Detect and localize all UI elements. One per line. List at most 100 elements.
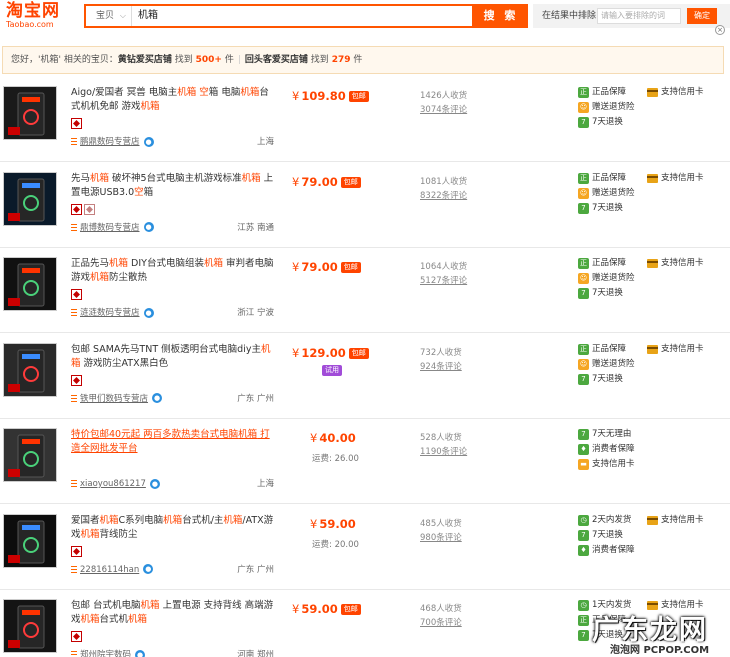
- product-title[interactable]: 正品先马机箱 DIY台式电脑组装机箱 审判者电脑游戏机箱防尘散热: [71, 257, 277, 285]
- seller-location: 广东 广州: [237, 393, 274, 404]
- service-return7[interactable]: 7 7天退换: [578, 373, 648, 389]
- credit-card-support[interactable]: 支持信用卡: [647, 87, 704, 98]
- product-thumbnail[interactable]: [3, 428, 57, 482]
- notice-shop-type-2[interactable]: 回头客爱买店铺: [245, 55, 308, 65]
- service-no_reason7[interactable]: 7 7天无理由: [578, 429, 648, 444]
- result-item: 特价包邮40元起 两百多款热卖台式电脑机箱 打造全网批发平台 xiaoyou861…: [0, 418, 730, 504]
- service-return7[interactable]: 7 7天退换: [578, 202, 648, 218]
- close-icon[interactable]: ×: [715, 25, 725, 35]
- shop-link[interactable]: 鹏鼎数码专营店 ●: [71, 136, 154, 148]
- credit-card-support[interactable]: 支持信用卡: [647, 344, 704, 355]
- wangwang-chat-icon[interactable]: ●: [143, 136, 154, 147]
- service-consumer[interactable]: ♦ 消费者保障: [578, 544, 648, 560]
- product-title[interactable]: 包邮 台式机电脑机箱 上置电源 支持背线 高端游戏机箱台式机机箱: [71, 599, 277, 627]
- review-count-link[interactable]: 700条评论: [420, 616, 462, 628]
- credit-card-icon: [647, 259, 658, 268]
- service-guarantees: 正正品保障 ☺ 赠送退货险 7 7天退换: [578, 258, 648, 303]
- yen-sign: ¥: [292, 602, 300, 616]
- product-title[interactable]: 特价包邮40元起 两百多款热卖台式电脑机箱 打造全网批发平台: [71, 428, 277, 456]
- notice-prefix: 您好，: [11, 55, 39, 65]
- title-text: 包邮 SAMA先马TNT 侧板透明台式电脑diy主: [71, 343, 261, 355]
- product-thumbnail[interactable]: [3, 342, 57, 397]
- taobao-logo[interactable]: 淘宝网 Taobao.com: [6, 2, 70, 32]
- trial-badge[interactable]: 试用: [322, 364, 342, 376]
- heart-badge-icon[interactable]: [71, 374, 82, 386]
- shop-link[interactable]: xiaoyou861217 ●: [71, 478, 160, 490]
- title-text: 箱: [143, 186, 154, 198]
- exclude-input[interactable]: 请输入要排除的词: [597, 8, 681, 24]
- shop-link[interactable]: 22816114han ●: [71, 564, 154, 576]
- service-freight_ins[interactable]: ☺ 赠送退货险: [578, 273, 648, 288]
- service-freight_ins[interactable]: ☺ 赠送退货险: [578, 187, 648, 203]
- product-thumbnail[interactable]: [3, 599, 57, 653]
- notice-found-1-post: 件: [224, 55, 234, 65]
- notice-shop-type-1[interactable]: 黄钻爱买店铺: [118, 55, 172, 65]
- review-count-link[interactable]: 980条评论: [420, 531, 462, 543]
- wangwang-chat-icon[interactable]: ●: [143, 564, 154, 574]
- service-genuine[interactable]: 正正品保障: [578, 87, 648, 102]
- service-return7[interactable]: 7 7天退换: [578, 529, 648, 545]
- credit-card-support[interactable]: 支持信用卡: [647, 515, 704, 526]
- heart-badge-icon[interactable]: [84, 203, 95, 215]
- review-count-link[interactable]: 5127条评论: [420, 274, 467, 286]
- service-label: 赠送退货险: [592, 102, 635, 112]
- service-freight_ins[interactable]: ☺ 赠送退货险: [578, 358, 648, 374]
- service-label: 7天退换: [592, 373, 623, 384]
- credit-card-support[interactable]: 支持信用卡: [647, 258, 704, 269]
- product-title[interactable]: 爱国者机箱C系列电脑机箱台式机/主机箱/ATX游戏机箱背线防尘: [71, 514, 277, 542]
- heart-badge-icon[interactable]: [71, 545, 82, 557]
- service-credit_svc[interactable]: ▬ 支持信用卡: [578, 459, 648, 474]
- product-thumbnail[interactable]: [3, 257, 57, 311]
- shop-link[interactable]: 郑州院宇数码 ●: [71, 649, 146, 657]
- service-genuine[interactable]: 正正品保障: [578, 343, 648, 359]
- service-genuine[interactable]: 正正品保障: [578, 258, 648, 273]
- product-title[interactable]: Aigo/爱国者 冥兽 电脑主机箱 空箱 电脑机箱台式机机免邮 游戏机箱: [71, 86, 277, 114]
- shop-link[interactable]: 涟涟数码专营店 ●: [71, 307, 154, 319]
- heart-badge-icon[interactable]: [71, 289, 82, 300]
- shop-name: 郑州院宇数码: [80, 650, 132, 657]
- yen-sign: ¥: [292, 345, 300, 360]
- wangwang-chat-icon[interactable]: ●: [143, 222, 154, 232]
- wangwang-chat-icon[interactable]: ●: [152, 393, 163, 403]
- heart-badge-icon[interactable]: [71, 203, 82, 215]
- price-value: 79.00: [301, 260, 338, 274]
- service-freight_ins[interactable]: ☺ 赠送退货险: [578, 102, 648, 117]
- product-title[interactable]: 包邮 SAMA先马TNT 侧板透明台式电脑diy主机箱 游戏防尘ATX黑白色: [71, 343, 277, 371]
- wangwang-chat-icon[interactable]: ●: [149, 478, 160, 489]
- search-button[interactable]: 搜 索: [474, 4, 528, 28]
- search-input[interactable]: 机箱: [138, 6, 438, 26]
- product-thumbnail[interactable]: [3, 86, 57, 140]
- product-thumbnail[interactable]: [3, 513, 57, 568]
- credit-card-support[interactable]: 支持信用卡: [647, 173, 704, 184]
- title-keyword: 机箱: [99, 514, 119, 526]
- shop-name: 鹏鼎数码专营店: [80, 137, 140, 147]
- seven-day-icon: 7: [578, 117, 589, 128]
- exclude-confirm-button[interactable]: 确定: [687, 8, 717, 24]
- review-count-link[interactable]: 3074条评论: [420, 103, 467, 115]
- product-thumbnail[interactable]: [3, 171, 57, 226]
- service-return7[interactable]: 7 7天退换: [578, 288, 648, 303]
- free-shipping-badge: 包邮: [340, 262, 361, 273]
- seller-location: 河南 郑州: [237, 650, 274, 657]
- shop-link[interactable]: 鼎博数码专营店 ●: [71, 222, 154, 234]
- title-keyword: 机箱: [140, 600, 160, 611]
- service-return7[interactable]: 7 7天退换: [578, 117, 648, 132]
- heart-badge-icon[interactable]: [71, 118, 82, 129]
- title-keyword: 机箱: [241, 172, 261, 184]
- wangwang-chat-icon[interactable]: ●: [135, 649, 146, 657]
- price: ¥59.00: [310, 517, 396, 531]
- product-title[interactable]: 先马机箱 破坏神5台式电脑主机游戏标准机箱 上置电源USB3.0空箱: [71, 172, 277, 200]
- search-category-select[interactable]: 宝贝 ⌵: [86, 6, 132, 26]
- wangwang-chat-icon[interactable]: ●: [143, 307, 154, 318]
- shop-link[interactable]: 铁甲们数码专营店 ●: [71, 393, 163, 405]
- review-count-link[interactable]: 1190条评论: [420, 445, 467, 457]
- heart-badge-icon[interactable]: [71, 631, 82, 642]
- computer-case-image: [8, 349, 45, 392]
- service-genuine[interactable]: 正正品保障: [578, 172, 648, 188]
- shop-icon: [71, 565, 77, 573]
- service-ship2[interactable]: ◷ 2天内发货: [578, 514, 648, 530]
- service-consumer[interactable]: ♦ 消费者保障: [578, 444, 648, 459]
- review-count-link[interactable]: 8322条评论: [420, 189, 467, 201]
- review-count-link[interactable]: 924条评论: [420, 360, 462, 372]
- title-keyword: 机箱: [240, 87, 260, 98]
